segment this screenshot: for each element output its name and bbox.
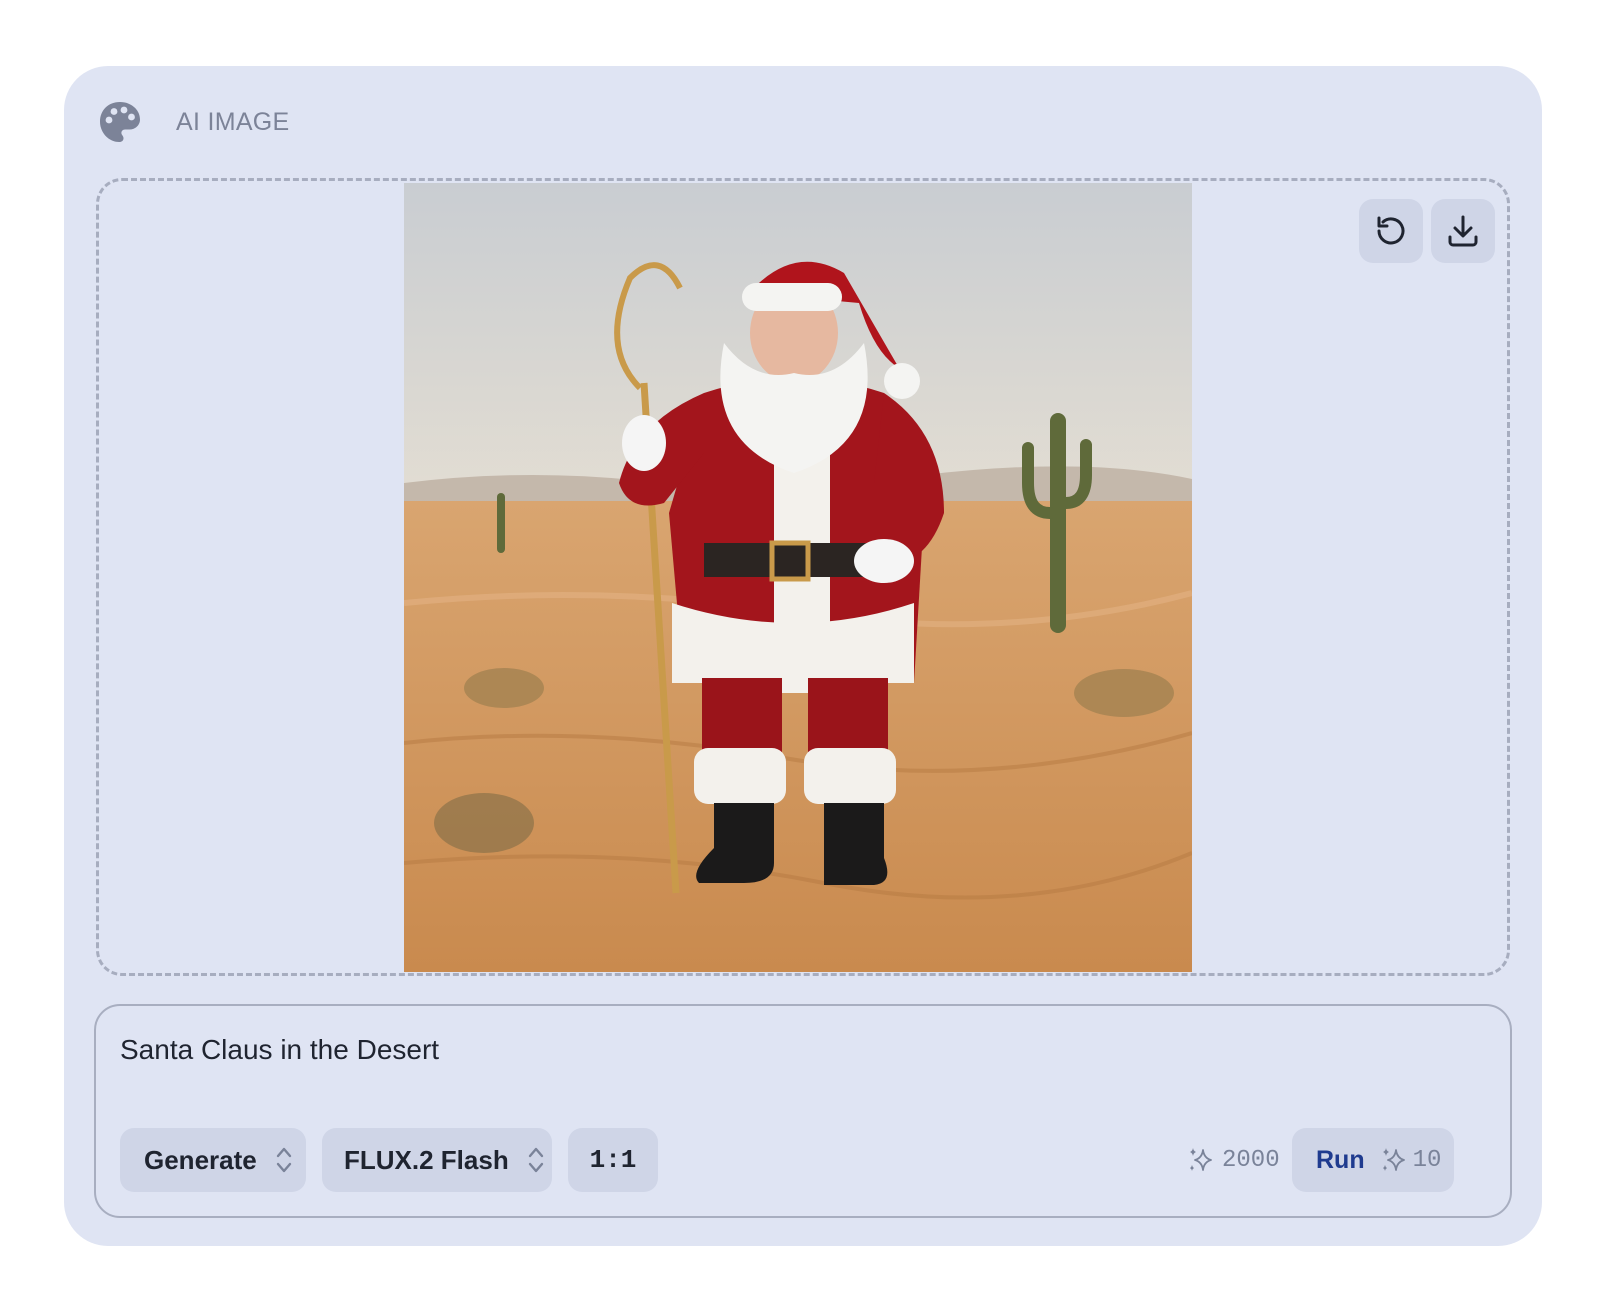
palette-icon bbox=[100, 102, 140, 142]
chevron-up-down-icon bbox=[276, 1147, 291, 1173]
run-button[interactable]: Run 10 bbox=[1292, 1128, 1454, 1192]
image-dropzone[interactable] bbox=[96, 178, 1510, 976]
model-select-label: FLUX.2 Flash bbox=[344, 1144, 509, 1175]
sparkle-icon bbox=[1190, 1148, 1212, 1171]
sparkle-icon bbox=[1382, 1148, 1405, 1171]
prompt-panel: Santa Claus in the Desert Generate FLUX.… bbox=[94, 1004, 1512, 1218]
run-button-label: Run bbox=[1316, 1145, 1365, 1174]
header-title: AI IMAGE bbox=[176, 107, 290, 136]
aspect-ratio-label: 1:1 bbox=[589, 1145, 637, 1175]
rotate-ccw-icon bbox=[1377, 216, 1405, 245]
credits-balance-value: 2000 bbox=[1222, 1146, 1280, 1174]
run-cost-value: 10 bbox=[1412, 1146, 1442, 1174]
mode-select-label: Generate bbox=[144, 1144, 257, 1175]
model-select[interactable]: FLUX.2 Flash bbox=[322, 1128, 552, 1192]
run-cost: 10 bbox=[1379, 1145, 1442, 1175]
aspect-ratio-button[interactable]: 1:1 bbox=[568, 1128, 658, 1192]
prompt-input[interactable]: Santa Claus in the Desert bbox=[120, 1034, 439, 1066]
regenerate-button[interactable] bbox=[1359, 199, 1423, 263]
download-button[interactable] bbox=[1431, 199, 1495, 263]
ai-image-card: AI IMAGE Santa Claus in the Desert Gener… bbox=[64, 66, 1542, 1246]
download-icon bbox=[1448, 215, 1478, 247]
credits-balance: 2000 bbox=[1186, 1128, 1280, 1192]
card-header: AI IMAGE bbox=[98, 100, 290, 144]
mode-select[interactable]: Generate bbox=[120, 1128, 306, 1192]
generated-image bbox=[404, 183, 1192, 972]
chevron-up-down-icon bbox=[528, 1147, 543, 1173]
